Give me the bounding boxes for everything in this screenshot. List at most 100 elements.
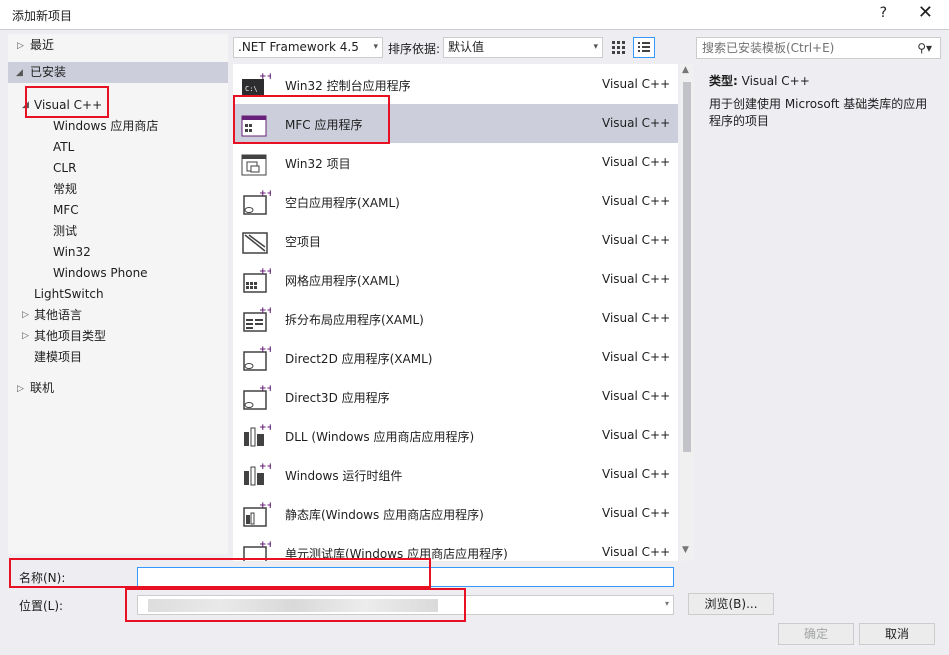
type-value: Visual C++	[741, 74, 810, 88]
scroll-up-icon[interactable]: ▲	[682, 65, 689, 75]
template-name: Win32 控制台应用程序	[285, 79, 411, 93]
tree-item-recent[interactable]: 最近	[30, 35, 54, 56]
chevron-down-icon: ▾	[373, 42, 378, 52]
win32-project-icon	[241, 154, 267, 176]
expand-arrow-icon[interactable]: ▷	[22, 331, 29, 341]
template-row[interactable]: ++ Direct2D 应用程序(XAML) Visual C++	[233, 338, 678, 377]
svg-text:++: ++	[259, 345, 271, 355]
template-tree: ▷ 最近 已安装 ◢ ◢ Visual C++ Windows 应用商店 ATL…	[8, 34, 228, 554]
template-row[interactable]: ++ DLL (Windows 应用商店应用程序) Visual C++	[233, 416, 678, 455]
scroll-down-icon[interactable]: ▼	[682, 545, 689, 555]
template-list: C:\ ++ Win32 控制台应用程序 Visual C++ MFC 应用程序…	[233, 64, 678, 561]
template-row[interactable]: ++ 单元测试库(Windows 应用商店应用程序) Visual C++	[233, 533, 678, 561]
tree-item-visual-cpp[interactable]: Visual C++	[34, 95, 102, 116]
template-row[interactable]: ++ Windows 运行时组件 Visual C++	[233, 455, 678, 494]
grid-app-icon: ++	[243, 267, 271, 293]
empty-project-icon	[242, 232, 268, 254]
template-row[interactable]: C:\ ++ Win32 控制台应用程序 Visual C++	[233, 65, 678, 104]
tree-item-general[interactable]: 常规	[53, 179, 77, 200]
svg-text:++: ++	[259, 462, 271, 472]
template-language: Visual C++	[602, 155, 671, 169]
console-app-icon: C:\ ++	[242, 72, 271, 97]
tree-item-windows-store[interactable]: Windows 应用商店	[53, 116, 158, 137]
template-row[interactable]: MFC 应用程序 Visual C++	[233, 104, 678, 143]
template-language: Visual C++	[602, 272, 671, 286]
medium-icons-view-icon[interactable]	[611, 40, 627, 56]
dll-icon: ++	[244, 423, 271, 447]
template-row[interactable]: ++ 静态库(Windows 应用商店应用程序) Visual C++	[233, 494, 678, 533]
template-row[interactable]: ++ Direct3D 应用程序 Visual C++	[233, 377, 678, 416]
tree-item-win32[interactable]: Win32	[53, 242, 91, 263]
collapse-arrow-icon[interactable]: ◢	[22, 100, 29, 110]
template-language: Visual C++	[602, 506, 671, 520]
tree-item-windows-phone[interactable]: Windows Phone	[53, 263, 148, 284]
project-form: 名称(N): 位置(L): ▾ 浏览(B)... 确定 取消	[0, 562, 949, 655]
help-button[interactable]: ?	[880, 5, 887, 21]
template-language: Visual C++	[602, 467, 671, 481]
template-language: Visual C++	[602, 350, 671, 364]
tree-item-atl[interactable]: ATL	[53, 137, 74, 158]
template-row[interactable]: ++ 空白应用程序(XAML) Visual C++	[233, 182, 678, 221]
name-label: 名称(N):	[19, 571, 66, 585]
tree-item-lightswitch[interactable]: LightSwitch	[34, 284, 104, 305]
svg-text:C:\: C:\	[245, 85, 258, 93]
search-placeholder: 搜索已安装模板(Ctrl+E)	[702, 41, 835, 55]
expand-arrow-icon[interactable]: ▷	[17, 41, 24, 51]
tree-item-mfc[interactable]: MFC	[53, 200, 79, 221]
tree-item-installed[interactable]: 已安装	[8, 62, 228, 83]
ok-button[interactable]: 确定	[778, 623, 854, 645]
sort-dropdown[interactable]: 默认值 ▾	[443, 37, 603, 58]
tree-item-other-project-types[interactable]: 其他项目类型	[34, 326, 106, 347]
svg-text:++: ++	[259, 267, 271, 277]
chevron-down-icon: ▾	[593, 42, 598, 52]
template-name: 单元测试库(Windows 应用商店应用程序)	[285, 547, 508, 561]
template-list-scrollbar[interactable]: ▲ ▼	[680, 64, 694, 561]
tree-item-other-languages[interactable]: 其他语言	[34, 305, 82, 326]
list-view-icon[interactable]	[633, 37, 655, 58]
close-button[interactable]: ✕	[918, 2, 933, 23]
framework-dropdown[interactable]: .NET Framework 4.5 ▾	[233, 37, 383, 58]
tree-item-test[interactable]: 测试	[53, 221, 77, 242]
split-app-icon: ++	[243, 306, 271, 332]
tree-item-online[interactable]: 联机	[30, 378, 54, 399]
location-combo[interactable]: ▾	[137, 595, 674, 615]
title-bar: 添加新项目 ? ✕	[0, 0, 949, 30]
expand-arrow-icon[interactable]: ▷	[17, 384, 24, 394]
tree-item-label: 已安装	[30, 65, 67, 79]
redacted-path	[148, 599, 438, 612]
template-language: Visual C++	[602, 116, 671, 130]
template-toolbar: .NET Framework 4.5 ▾ 排序依据: 默认值 ▾	[233, 37, 678, 59]
direct2d-app-icon: ++	[243, 345, 271, 371]
sort-value: 默认值	[448, 40, 485, 54]
cancel-button[interactable]: 取消	[859, 623, 935, 645]
svg-text:++: ++	[259, 540, 271, 550]
search-icon[interactable]: ⚲▾	[917, 38, 932, 58]
name-input[interactable]	[137, 567, 674, 587]
template-name: Direct2D 应用程序(XAML)	[285, 352, 433, 366]
svg-text:++: ++	[259, 423, 271, 433]
template-language: Visual C++	[602, 311, 671, 325]
search-box[interactable]: 搜索已安装模板(Ctrl+E) ⚲▾	[696, 37, 941, 59]
template-name: Direct3D 应用程序	[285, 391, 390, 405]
browse-button[interactable]: 浏览(B)...	[688, 593, 774, 615]
template-row[interactable]: ++ 拆分布局应用程序(XAML) Visual C++	[233, 299, 678, 338]
template-row[interactable]: Win32 项目 Visual C++	[233, 143, 678, 182]
template-name: Win32 项目	[285, 157, 351, 171]
tree-item-modeling-projects[interactable]: 建模项目	[34, 347, 82, 368]
template-name: 静态库(Windows 应用商店应用程序)	[285, 508, 484, 522]
scrollbar-thumb[interactable]	[683, 82, 691, 452]
template-row[interactable]: ++ 网格应用程序(XAML) Visual C++	[233, 260, 678, 299]
framework-value: .NET Framework 4.5	[238, 40, 359, 54]
template-name: MFC 应用程序	[285, 118, 363, 132]
type-label: 类型:	[709, 74, 738, 88]
runtime-component-icon: ++	[244, 462, 271, 486]
blank-app-icon: ++	[243, 189, 271, 215]
direct3d-app-icon: ++	[243, 384, 271, 410]
tree-item-clr[interactable]: CLR	[53, 158, 76, 179]
svg-text:++: ++	[259, 189, 271, 199]
chevron-down-icon[interactable]: ▾	[665, 599, 669, 608]
collapse-arrow-icon[interactable]: ◢	[16, 68, 23, 78]
template-row[interactable]: 空项目 Visual C++	[233, 221, 678, 260]
template-language: Visual C++	[602, 77, 671, 91]
expand-arrow-icon[interactable]: ▷	[22, 310, 29, 320]
